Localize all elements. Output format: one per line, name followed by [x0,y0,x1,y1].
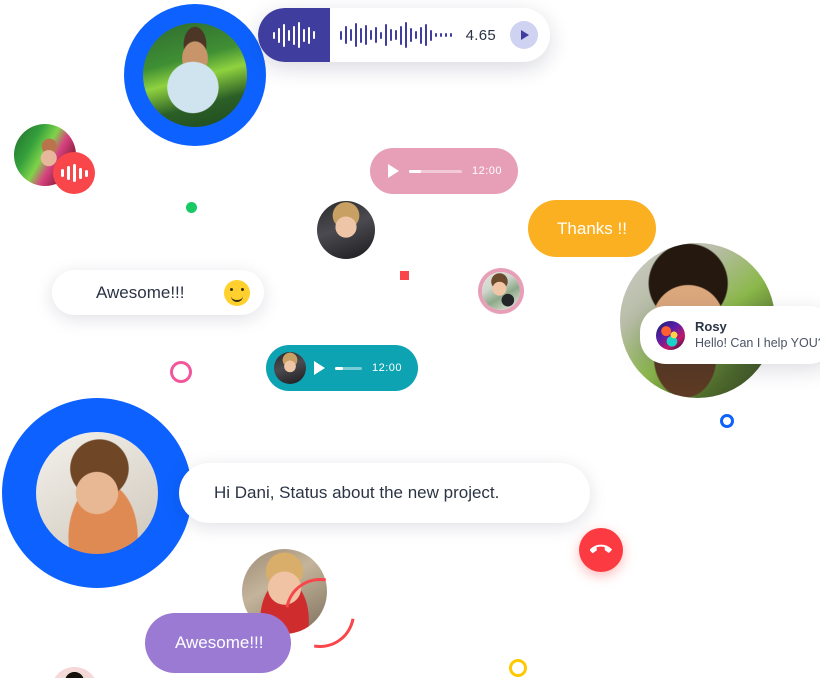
waveform-left-section [258,8,330,62]
voice-wave-icon[interactable] [53,152,95,194]
chat-collage-scene: 4.65 12:00 Thanks !! Awesome!!! Rosy Hel… [0,0,820,678]
bubble-awesome-white[interactable]: Awesome!!! [52,270,264,315]
voice-message-teal[interactable]: 12:00 [266,345,418,391]
bubble-awesome-purple[interactable]: Awesome!!! [145,613,291,673]
rosy-message-card[interactable]: Rosy Hello! Can I help YOU? [640,306,820,364]
avatar-woman-smile [36,432,158,554]
smiley-face-emoji[interactable] [224,279,250,306]
avatar-man-afro[interactable] [54,670,95,678]
avatar-ring-man-plants[interactable] [124,4,266,146]
play-icon[interactable] [314,361,325,375]
rosy-message-text: Hello! Can I help YOU? [695,336,820,350]
abstract-avatar [656,320,685,350]
bubble-awesome-white-text: Awesome!!! [96,282,185,302]
bubble-project-status[interactable]: Hi Dani, Status about the new project. [179,463,590,523]
bubble-awesome-purple-text: Awesome!!! [175,633,264,652]
decoration-red-square [400,271,409,280]
voice-progress-track[interactable] [409,169,462,173]
bubble-thanks-text: Thanks !! [557,218,627,238]
voice-progress-track[interactable] [335,366,362,370]
waveform-right-section [340,22,452,48]
bubble-thanks[interactable]: Thanks !! [528,200,656,257]
waveform-icon [273,22,315,48]
avatar-man-plants [143,23,247,127]
play-icon[interactable] [510,21,538,49]
rosy-sender-name: Rosy [695,318,727,334]
voice-duration-label: 12:00 [371,362,402,374]
decoration-blue-ring [720,414,734,428]
voice-note-duration: 4.65 [465,26,496,44]
play-icon[interactable] [388,164,399,178]
decoration-pink-ring [170,361,192,383]
voice-message-pink[interactable]: 12:00 [370,148,518,194]
decoration-yellow-ring [509,659,527,677]
avatar-woman-short-hair-small[interactable] [274,352,306,384]
avatar-woman-phone[interactable] [482,272,520,310]
avatar-ring-woman-smile[interactable] [2,398,192,588]
decoration-green-dot [186,202,197,213]
hangup-phone-icon[interactable] [579,528,623,572]
voice-note-player[interactable]: 4.65 [258,8,550,62]
bubble-project-status-text: Hi Dani, Status about the new project. [214,483,500,502]
voice-duration-label: 12:00 [471,165,502,177]
avatar-woman-short-hair[interactable] [317,201,375,259]
